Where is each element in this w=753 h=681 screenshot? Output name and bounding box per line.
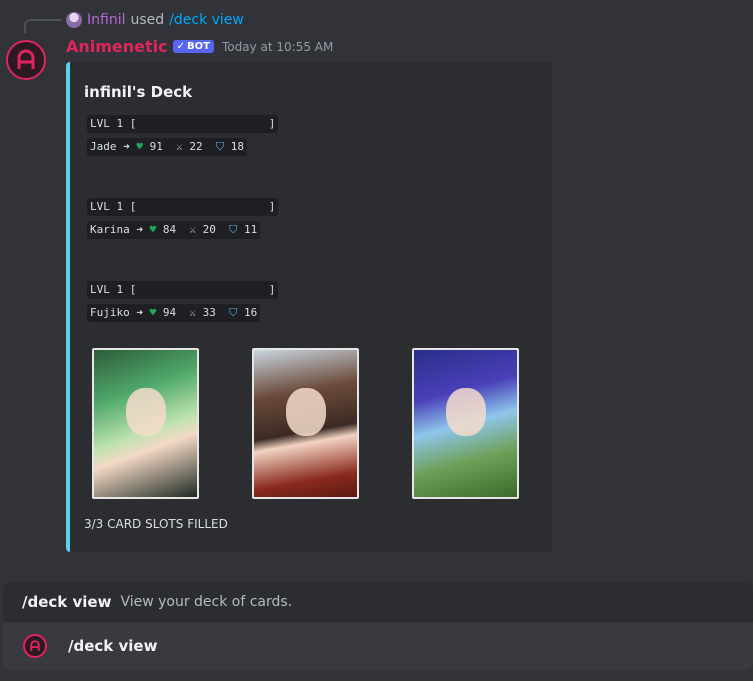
shield-icon: ⛉ xyxy=(229,223,238,236)
message-timestamp: Today at 10:55 AM xyxy=(221,39,334,54)
message-header: Animenetic ✓ BOT Today at 10:55 AM xyxy=(66,37,333,56)
card-stat-block: LVL 1 [ ] Fujiko ➜ ♥ 94 ⚔ 33 ⛉ 16 xyxy=(87,281,279,322)
level-line: LVL 1 [ ] xyxy=(87,115,279,133)
suggestion-command-description: View your deck of cards. xyxy=(120,594,293,610)
card-image-jade[interactable] xyxy=(92,348,199,499)
command-input-text: /deck view xyxy=(68,637,158,655)
app-icon xyxy=(23,634,47,658)
def-value: 16 xyxy=(244,306,258,319)
bot-avatar[interactable] xyxy=(6,40,46,80)
reply-username[interactable]: Infinil xyxy=(87,12,125,28)
user-avatar-mini[interactable] xyxy=(66,12,82,28)
command-reply-header: Infinil used /deck view xyxy=(66,11,244,29)
bot-tag-label: BOT xyxy=(187,41,210,52)
level-line: LVL 1 [ ] xyxy=(87,281,279,299)
level-line: LVL 1 [ ] xyxy=(87,198,279,216)
shield-icon: ⛉ xyxy=(229,306,238,319)
crossed-swords-icon: ⚔ xyxy=(189,223,196,236)
suggestion-command-name: /deck view xyxy=(22,593,112,611)
def-value: 18 xyxy=(230,140,244,153)
hp-value: 94 xyxy=(162,306,177,319)
card-name: Jade xyxy=(90,140,117,153)
hp-value: 84 xyxy=(162,223,177,236)
right-arrow-icon: ➜ xyxy=(136,306,143,319)
right-arrow-icon: ➜ xyxy=(136,223,143,236)
def-value: 11 xyxy=(244,223,258,236)
atk-value: 22 xyxy=(189,140,203,153)
embed-footer: 3/3 CARD SLOTS FILLED xyxy=(84,517,228,531)
card-stat-block: LVL 1 [ ] Karina ➜ ♥ 84 ⚔ 20 ⛉ 11 xyxy=(87,198,279,239)
card-image-karina[interactable] xyxy=(252,348,359,499)
card-image-fujiko[interactable] xyxy=(412,348,519,499)
animenetic-logo-icon xyxy=(30,640,40,651)
green-heart-icon: ♥ xyxy=(136,140,143,153)
green-heart-icon: ♥ xyxy=(149,306,157,319)
shield-icon: ⛉ xyxy=(215,140,225,153)
bot-username[interactable]: Animenetic xyxy=(66,37,168,56)
card-name: Karina xyxy=(90,223,130,236)
stat-line: Fujiko ➜ ♥ 94 ⚔ 33 ⛉ 16 xyxy=(87,304,261,322)
command-input[interactable]: /deck view xyxy=(3,622,753,670)
reply-used-text: used xyxy=(130,12,165,28)
hp-value: 91 xyxy=(149,140,163,153)
crossed-swords-icon: ⚔ xyxy=(189,306,196,319)
stat-line: Jade ➜ ♥ 91 ⚔ 22 ⛉ 18 xyxy=(87,138,247,156)
embed-title: infinil's Deck xyxy=(84,83,193,101)
command-suggestion[interactable]: /deck view View your deck of cards. xyxy=(3,582,753,622)
green-heart-icon: ♥ xyxy=(149,223,157,236)
stat-line: Karina ➜ ♥ 84 ⚔ 20 ⛉ 11 xyxy=(87,221,261,239)
card-name: Fujiko xyxy=(90,306,130,319)
crossed-swords-icon: ⚔ xyxy=(176,140,183,153)
reply-connector xyxy=(24,19,62,33)
animenetic-logo-icon xyxy=(17,49,35,69)
deck-embed: infinil's Deck LVL 1 [ ] Jade ➜ ♥ 91 ⚔ 2… xyxy=(66,62,552,552)
bot-tag: ✓ BOT xyxy=(172,40,214,53)
right-arrow-icon: ➜ xyxy=(123,140,130,153)
atk-value: 33 xyxy=(202,306,216,319)
card-images xyxy=(92,348,519,499)
card-stat-block: LVL 1 [ ] Jade ➜ ♥ 91 ⚔ 22 ⛉ 18 xyxy=(87,115,279,156)
atk-value: 20 xyxy=(202,223,216,236)
reply-command[interactable]: /deck view xyxy=(169,12,244,28)
verified-check-icon: ✓ xyxy=(176,41,186,52)
